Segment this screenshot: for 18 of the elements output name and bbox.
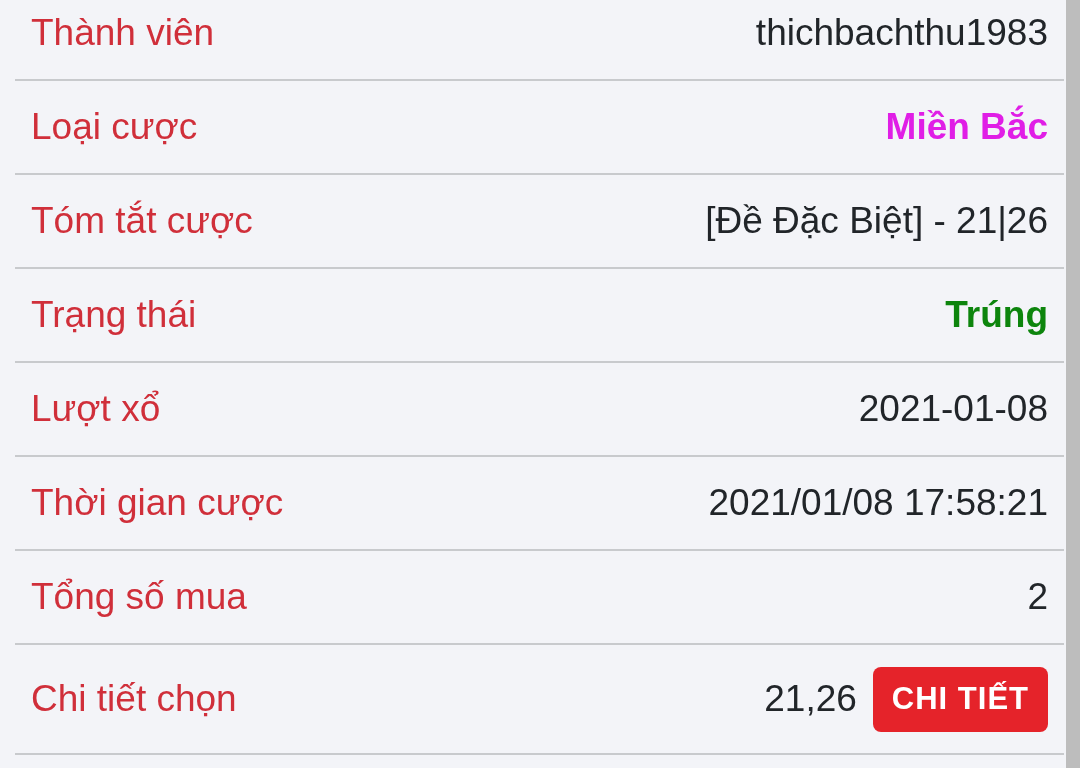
field-value: Trúng — [945, 294, 1048, 336]
scrollbar[interactable] — [1066, 0, 1080, 768]
field-value: thichbachthu1983 — [755, 12, 1048, 54]
field-label: Trạng thái — [31, 294, 197, 336]
field-value: [Đề Đặc Biệt] - 21|26 — [705, 200, 1048, 242]
field-value: 21,26 — [764, 678, 857, 720]
field-value: 2021/01/08 17:58:21 — [708, 482, 1048, 524]
field-label: Tổng số mua — [31, 576, 247, 618]
field-value: 2021-01-08 — [858, 388, 1048, 430]
field-label: Loại cược — [31, 106, 198, 148]
field-label: Thành viên — [31, 12, 215, 54]
field-label: Lượt xổ — [31, 388, 161, 430]
detail-button[interactable]: CHI TIẾT — [872, 666, 1048, 732]
field-label: Chi tiết chọn — [31, 678, 237, 720]
field-value: Miền Bắc — [885, 106, 1048, 148]
field-value: 2 — [1027, 576, 1048, 618]
field-label: Thời gian cược — [31, 482, 284, 524]
field-label: Tóm tắt cược — [31, 200, 253, 242]
